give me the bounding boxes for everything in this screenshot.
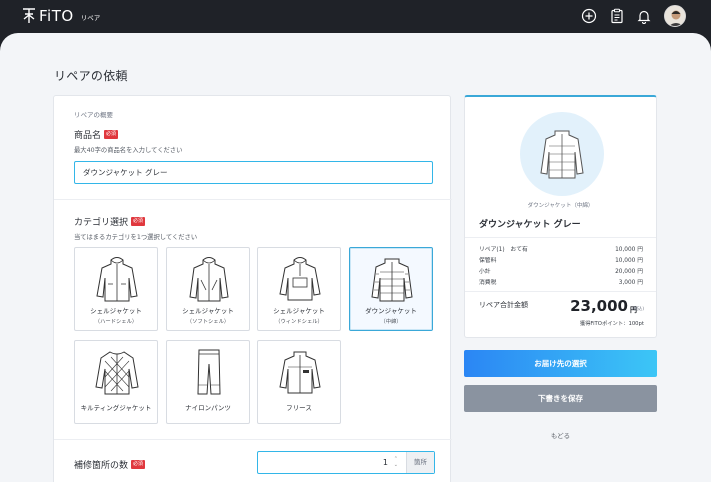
category-label: シェルジャケット — [90, 307, 142, 315]
category-label: ダウンジャケット — [365, 307, 417, 315]
brand-name: FiTO — [39, 7, 74, 25]
category-label-text: カテゴリ選択 — [74, 218, 129, 228]
avatar[interactable] — [664, 5, 686, 27]
softshell-jacket-icon — [189, 257, 229, 302]
repair-count-label-text: 補修箇所の数 — [74, 461, 129, 471]
page-title: リペアの依頼 — [54, 69, 128, 83]
divider — [54, 439, 452, 440]
total-label: リペア合計金額 — [479, 301, 528, 309]
repair-count-unit: 箇所 — [406, 452, 434, 473]
required-badge: 必須 — [131, 460, 146, 469]
bell-icon[interactable] — [636, 8, 652, 24]
product-image — [520, 112, 604, 196]
category-card-softshell[interactable]: シェルジャケット （ソフトシェル） — [166, 247, 250, 331]
required-badge: 必須 — [104, 130, 119, 139]
hardshell-jacket-icon — [96, 257, 138, 302]
category-card-down-jacket[interactable]: ダウンジャケット （中綿） — [349, 247, 433, 331]
divider — [465, 237, 656, 238]
required-badge: 必須 — [131, 217, 146, 226]
save-draft-button[interactable]: 下書きを保存 — [464, 385, 657, 412]
section-caption: リペアの概要 — [74, 111, 113, 119]
fito-logo-icon — [23, 8, 35, 23]
category-card-windshell[interactable]: シェルジャケット （ウィンドシェル） — [257, 247, 341, 331]
product-name-label-text: 商品名 — [74, 131, 102, 141]
repair-count-value[interactable]: 1 — [383, 458, 388, 467]
add-circle-icon[interactable] — [581, 8, 597, 24]
down-jacket-icon — [540, 130, 584, 179]
category-label: フリース — [286, 404, 312, 412]
category-label: カテゴリ選択 必須 — [74, 215, 146, 228]
select-delivery-button[interactable]: お届け先の選択 — [464, 350, 657, 377]
back-link[interactable]: もどる — [464, 430, 657, 440]
category-sub: （ソフトシェル） — [186, 319, 230, 325]
price-row-label: 小計 — [479, 269, 491, 275]
divider — [54, 199, 452, 200]
user-avatar-icon — [665, 6, 685, 26]
brand-logo[interactable]: FiTO リペア — [22, 7, 100, 25]
total-amount: 23,000 — [570, 297, 628, 315]
category-label: シェルジャケット — [273, 307, 325, 315]
price-row-label: 消費税 — [479, 280, 497, 286]
category-label: シェルジャケット — [182, 307, 234, 315]
category-label: ナイロンパンツ — [185, 404, 231, 412]
brand-sub: リペア — [80, 14, 101, 22]
price-row-value: 10,000 円 — [615, 247, 643, 253]
price-row-value: 3,000 円 — [618, 280, 643, 286]
quilted-jacket-icon — [95, 351, 139, 395]
divider — [465, 291, 656, 292]
product-name-hint: 最大40字の商品名を入力してください — [74, 147, 183, 154]
price-row-value: 10,000 円 — [615, 258, 643, 264]
product-image-caption: ダウンジャケット（中綿） — [527, 203, 594, 209]
total-tax-note: (税込) — [632, 307, 644, 312]
category-sub: （ウィンドシェル） — [275, 319, 323, 325]
points-earned: 獲得FiTOポイント：100pt — [579, 321, 644, 327]
clipboard-icon[interactable] — [609, 8, 625, 24]
price-row-value: 20,000 円 — [615, 269, 643, 275]
summary-card: ダウンジャケット（中綿） ダウンジャケット グレー リペア(1) おて有 10,… — [464, 95, 657, 338]
spinner-icon[interactable]: ⌃ ⌄ — [394, 456, 398, 468]
repair-form-card: リペアの概要 商品名 必須 最大40字の商品名を入力してください カテゴリ選択 … — [53, 95, 452, 482]
windshell-jacket-icon — [279, 257, 321, 301]
top-bar: FiTO リペア — [0, 0, 711, 33]
category-card-quilted[interactable]: キルティングジャケット — [74, 340, 158, 424]
repair-count-stepper[interactable]: 1 ⌃ ⌄ 箇所 — [257, 451, 435, 474]
nylon-pants-icon — [197, 349, 221, 395]
price-row-label: リペア(1) おて有 — [479, 247, 528, 253]
category-card-fleece[interactable]: フリース — [257, 340, 341, 424]
category-sub: （中綿） — [380, 319, 402, 325]
summary-product-name: ダウンジャケット グレー — [479, 220, 581, 230]
category-hint: 当てはまるカテゴリを1つ選択してください — [74, 234, 198, 241]
price-row-label: 保管料 — [479, 258, 497, 264]
fleece-icon — [279, 351, 321, 394]
product-name-label: 商品名 必須 — [74, 128, 119, 141]
product-name-input[interactable] — [74, 161, 433, 184]
category-sub: （ハードシェル） — [94, 319, 138, 325]
category-card-nylon-pants[interactable]: ナイロンパンツ — [166, 340, 250, 424]
category-label: キルティングジャケット — [80, 404, 152, 412]
down-jacket-icon — [371, 258, 413, 302]
category-card-hardshell[interactable]: シェルジャケット （ハードシェル） — [74, 247, 158, 331]
repair-count-label: 補修箇所の数 必須 — [74, 458, 146, 471]
page-container: リペアの依頼 リペアの概要 商品名 必須 最大40字の商品名を入力してください … — [0, 33, 711, 482]
